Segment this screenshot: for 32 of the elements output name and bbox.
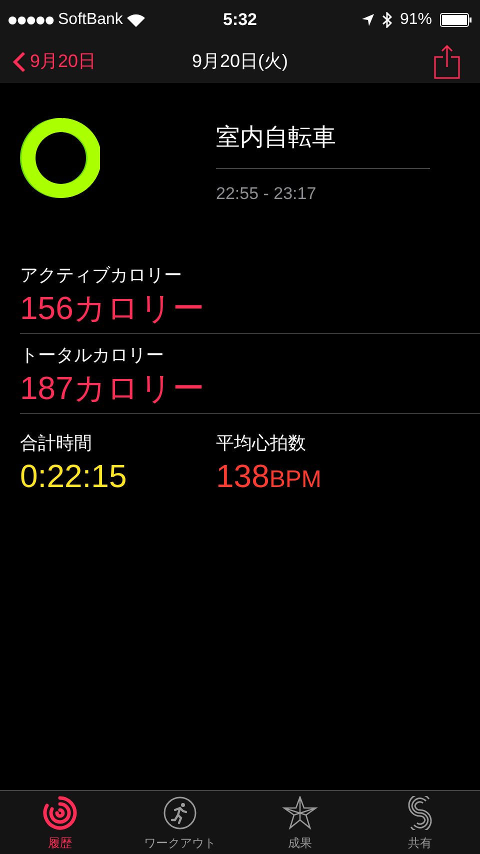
bluetooth-icon	[382, 12, 392, 28]
sharing-icon	[408, 796, 432, 830]
star-icon	[282, 796, 318, 830]
metric-value: 156カロリー	[20, 288, 206, 326]
stat-label: 平均心拍数	[216, 432, 307, 454]
time-range: 22:55 - 23:17	[216, 183, 318, 205]
metric-label: トータルカロリー	[20, 344, 165, 366]
metric-label: アクティブカロリー	[20, 264, 183, 286]
tab-bar-item[interactable]: 履歴	[0, 791, 120, 854]
tab-bar-item[interactable]: ワークアウト	[120, 791, 240, 854]
stat-label: 合計時間	[20, 432, 93, 454]
clock-time: 5:32	[222, 9, 258, 32]
nav-title: 9月20日(火)	[192, 50, 288, 73]
carrier-name: SoftBank	[58, 10, 123, 30]
wifi-icon	[126, 14, 145, 26]
rings-icon	[43, 796, 77, 830]
activity-ring-icon	[20, 118, 100, 198]
tab-bar-item[interactable]: 共有	[360, 791, 480, 854]
chevron-left-icon	[12, 50, 26, 72]
metric-value: 187カロリー	[20, 368, 206, 406]
tab-bar-item[interactable]: 成果	[240, 791, 360, 854]
signal-icon	[8, 16, 54, 24]
share-button[interactable]	[434, 44, 460, 78]
workout-name: 室内自転車	[216, 120, 430, 169]
stat-value: 0:22:15	[20, 456, 128, 494]
location-arrow-icon	[362, 14, 374, 26]
stat-value: 138BPM	[216, 456, 322, 496]
battery-percent: 91%	[400, 10, 432, 30]
battery-icon	[440, 13, 472, 27]
share-icon	[434, 44, 460, 78]
back-button[interactable]: 9月20日	[12, 48, 96, 75]
running-figure-icon	[163, 796, 197, 830]
